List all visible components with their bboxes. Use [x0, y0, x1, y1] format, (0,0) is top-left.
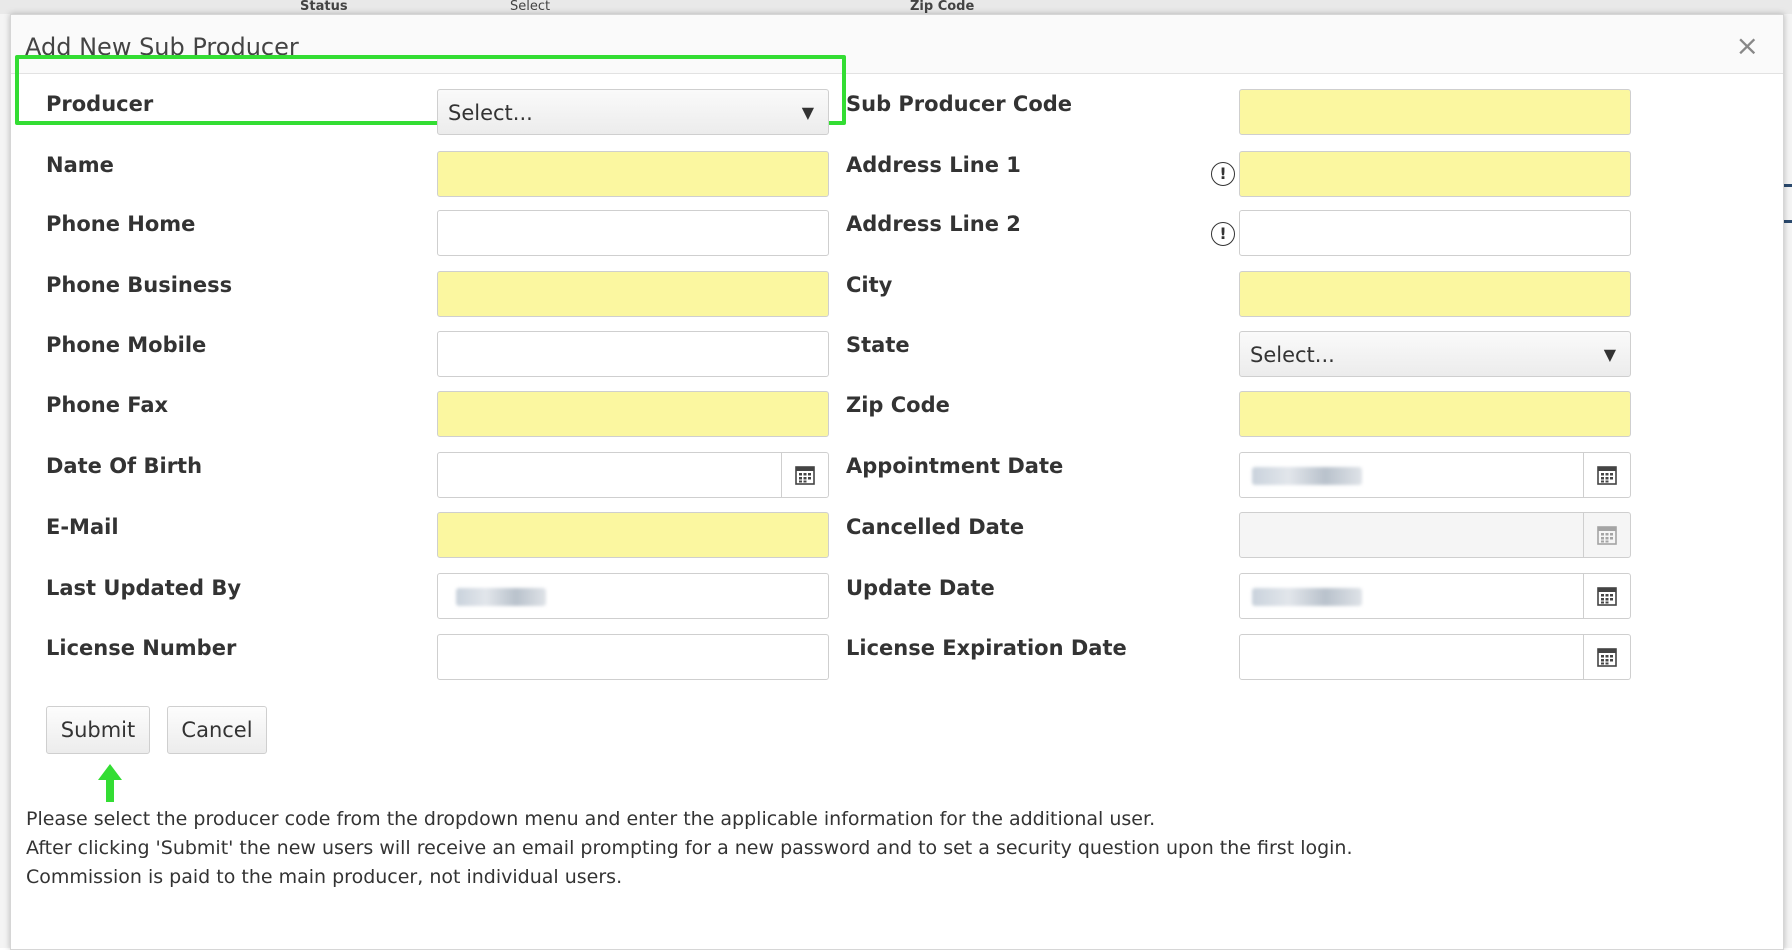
license-expiration-date-input[interactable]: [1239, 634, 1631, 680]
license-expiration-date-label: License Expiration Date: [846, 636, 1127, 660]
name-label: Name: [46, 153, 114, 177]
zip-code-label: Zip Code: [846, 393, 950, 417]
redacted-value: [1252, 467, 1362, 485]
background-left-edge: [0, 14, 10, 948]
state-label: State: [846, 333, 910, 357]
info-icon[interactable]: !: [1211, 162, 1235, 186]
state-select[interactable]: Select... ▼: [1239, 331, 1631, 377]
date-of-birth-label: Date Of Birth: [46, 454, 203, 478]
phone-mobile-label: Phone Mobile: [46, 333, 207, 357]
appointment-date-label: Appointment Date: [846, 454, 1064, 478]
background-header-strip: Status Select Zip Code: [0, 0, 1792, 14]
address-line-1-input[interactable]: [1239, 151, 1631, 197]
phone-business-label: Phone Business: [46, 273, 233, 297]
state-select-value: Select...: [1250, 343, 1335, 367]
cancelled-date-label: Cancelled Date: [846, 515, 1025, 539]
info-icon[interactable]: !: [1211, 222, 1235, 246]
address-line-2-label: Address Line 2: [846, 212, 1021, 236]
update-date-label: Update Date: [846, 576, 995, 600]
instruction-note: Commission is paid to the main producer,…: [26, 866, 623, 888]
appointment-date-input[interactable]: [1239, 452, 1631, 498]
calendar-icon[interactable]: [781, 453, 828, 497]
last-updated-by-input[interactable]: [437, 573, 829, 619]
background-zip-label: Zip Code: [910, 0, 975, 14]
chevron-down-icon: ▼: [801, 103, 814, 122]
phone-fax-label: Phone Fax: [46, 393, 169, 417]
email-label: E-Mail: [46, 515, 119, 539]
sub-producer-code-input[interactable]: [1239, 89, 1631, 135]
phone-fax-input[interactable]: [437, 391, 829, 437]
phone-business-input[interactable]: [437, 271, 829, 317]
cancelled-date-input[interactable]: [1239, 512, 1631, 558]
submit-button[interactable]: Submit: [46, 706, 150, 754]
phone-home-input[interactable]: [437, 210, 829, 256]
arrow-up-icon: [98, 764, 122, 802]
calendar-icon[interactable]: [1583, 453, 1630, 497]
date-of-birth-input[interactable]: [437, 452, 829, 498]
zip-code-input[interactable]: [1239, 391, 1631, 437]
calendar-icon[interactable]: [1583, 574, 1630, 618]
instruction-note: Please select the producer code from the…: [26, 808, 1156, 830]
phone-mobile-input[interactable]: [437, 331, 829, 377]
license-number-input[interactable]: [437, 634, 829, 680]
producer-select[interactable]: Select... ▼: [437, 89, 829, 135]
email-input[interactable]: [437, 512, 829, 558]
chevron-down-icon: ▼: [1603, 345, 1616, 364]
cancel-button[interactable]: Cancel: [167, 706, 267, 754]
background-select-label: Select: [510, 0, 551, 14]
address-line-1-label: Address Line 1: [846, 153, 1021, 177]
phone-home-label: Phone Home: [46, 212, 196, 236]
redacted-value: [1252, 588, 1362, 606]
city-input[interactable]: [1239, 271, 1631, 317]
sub-producer-code-label: Sub Producer Code: [846, 92, 1073, 116]
city-label: City: [846, 273, 893, 297]
last-updated-by-label: Last Updated By: [46, 576, 242, 600]
background-status-label: Status: [300, 0, 348, 14]
update-date-input[interactable]: [1239, 573, 1631, 619]
calendar-icon[interactable]: [1583, 513, 1630, 557]
calendar-icon[interactable]: [1583, 635, 1630, 679]
close-icon[interactable]: ×: [1736, 29, 1759, 62]
redacted-value: [456, 588, 546, 606]
producer-select-value: Select...: [448, 101, 533, 125]
license-number-label: License Number: [46, 636, 237, 660]
producer-label: Producer: [46, 92, 154, 116]
address-line-2-input[interactable]: [1239, 210, 1631, 256]
name-input[interactable]: [437, 151, 829, 197]
instruction-note: After clicking 'Submit' the new users wi…: [26, 837, 1353, 859]
